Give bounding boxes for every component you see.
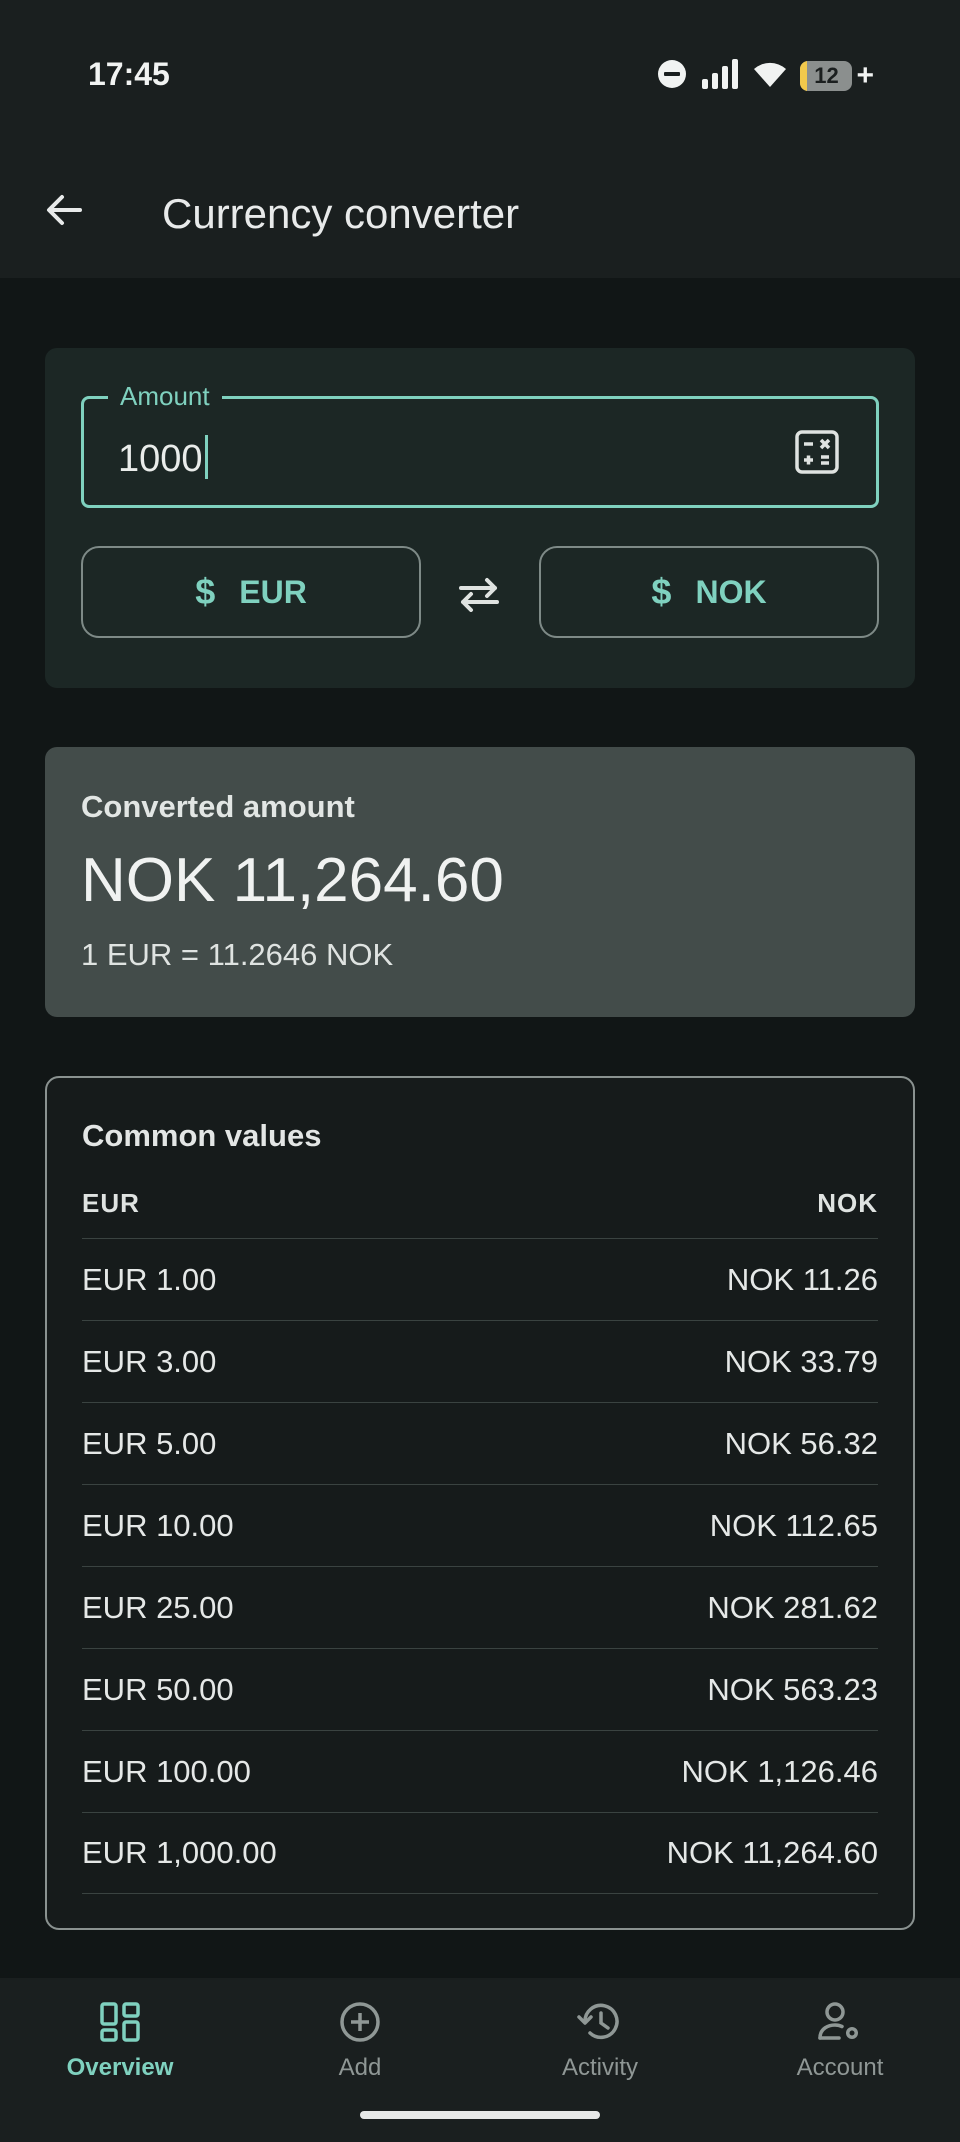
table-header: EUR NOK <box>82 1188 878 1238</box>
amount-value: 1000 <box>118 438 203 480</box>
calculator-icon <box>795 430 839 474</box>
page-title: Currency converter <box>162 190 520 237</box>
dollar-icon: $ <box>651 571 672 612</box>
row-to-value: NOK 33.79 <box>724 1343 878 1379</box>
row-to-value: NOK 11,264.60 <box>666 1835 878 1870</box>
battery-fill <box>800 61 807 91</box>
row-from-value: EUR 10.00 <box>82 1507 234 1543</box>
battery-level: 12 <box>814 63 839 88</box>
common-values-title: Common values <box>82 1118 322 1153</box>
wifi-icon <box>752 59 788 94</box>
account-settings-icon <box>816 1998 864 2046</box>
converter-card: Amount 1000 $ EUR $ NOK <box>45 348 915 688</box>
nav-item-overview[interactable]: Overview <box>0 1998 240 2108</box>
column-header-to: NOK <box>817 1188 878 1218</box>
converted-amount-value: NOK 11,264.60 <box>81 846 504 915</box>
nav-item-activity[interactable]: Activity <box>480 1998 720 2108</box>
gesture-handle <box>360 2111 600 2119</box>
row-to-value: NOK 112.65 <box>709 1507 878 1543</box>
status-icons: 12 + <box>656 56 874 96</box>
swap-icon <box>459 578 499 612</box>
nav-label: Activity <box>561 2054 638 2081</box>
row-from-value: EUR 25.00 <box>82 1589 234 1625</box>
row-to-value: NOK 11.26 <box>726 1261 878 1297</box>
table-row: EUR 3.00 NOK 33.79 <box>82 1320 878 1402</box>
nav-label: Overview <box>66 2054 174 2081</box>
column-header-from: EUR <box>82 1188 140 1218</box>
nav-item-add[interactable]: Add <box>240 1998 480 2108</box>
from-currency-button[interactable]: $ EUR <box>81 546 421 638</box>
battery-icon: 12 + <box>800 61 874 91</box>
converted-amount-card: Converted amount NOK 11,264.60 1 EUR = 1… <box>45 747 915 1017</box>
status-bar: 17:45 12 + <box>0 0 960 140</box>
row-from-value: EUR 1.00 <box>82 1261 217 1297</box>
nav-label: Add <box>338 2054 382 2081</box>
row-from-value: EUR 3.00 <box>82 1343 217 1379</box>
table-row: EUR 100.00 NOK 1,126.46 <box>82 1730 878 1812</box>
swap-currencies-button[interactable] <box>453 568 505 620</box>
row-from-value: EUR 1,000.00 <box>82 1835 277 1870</box>
add-circle-icon <box>336 1998 384 2046</box>
row-from-value: EUR 100.00 <box>82 1753 251 1789</box>
status-time: 17:45 <box>88 56 170 92</box>
back-button[interactable] <box>34 180 94 240</box>
calculator-button[interactable] <box>794 429 840 475</box>
app-root: 17:45 12 + Currency converter Amount 100… <box>0 0 960 2142</box>
row-to-value: NOK 281.62 <box>707 1589 878 1625</box>
amount-input[interactable]: Amount 1000 <box>81 381 879 508</box>
amount-label: Amount <box>108 381 222 412</box>
dollar-icon: $ <box>195 571 216 612</box>
nav-item-account[interactable]: Account <box>720 1998 960 2108</box>
row-from-value: EUR 5.00 <box>82 1425 217 1461</box>
charging-plus-icon: + <box>856 59 874 92</box>
table-row: EUR 10.00 NOK 112.65 <box>82 1484 878 1566</box>
table-row: EUR 1,000.00 NOK 11,264.60 <box>82 1812 878 1894</box>
from-currency-label: EUR <box>239 573 307 610</box>
dashboard-icon <box>96 1998 144 2046</box>
exchange-rate: 1 EUR = 11.2646 NOK <box>81 937 394 972</box>
nav-label: Account <box>796 2054 884 2081</box>
table-row: EUR 50.00 NOK 563.23 <box>82 1648 878 1730</box>
row-to-value: NOK 56.32 <box>724 1425 878 1461</box>
common-values-list: EUR 1.00 NOK 11.26 EUR 3.00 NOK 33.79 EUR … <box>82 1238 878 1894</box>
row-to-value: NOK 563.23 <box>707 1671 878 1707</box>
history-icon <box>576 1998 624 2046</box>
table-row: EUR 5.00 NOK 56.32 <box>82 1402 878 1484</box>
table-row: EUR 1.00 NOK 11.26 <box>82 1238 878 1320</box>
table-row: EUR 25.00 NOK 281.62 <box>82 1566 878 1648</box>
to-currency-button[interactable]: $ NOK <box>539 546 879 638</box>
row-to-value: NOK 1,126.46 <box>681 1753 878 1789</box>
row-from-value: EUR 50.00 <box>82 1671 234 1707</box>
signal-icon <box>700 58 740 94</box>
to-currency-label: NOK <box>695 573 767 610</box>
text-caret <box>204 435 208 479</box>
converted-amount-label: Converted amount <box>81 789 355 824</box>
common-values-card: Common values EUR NOK EUR 1.00 NOK 11.26 … <box>45 1076 915 1930</box>
do-not-disturb-icon <box>656 58 688 95</box>
arrow-left-icon <box>47 195 82 225</box>
